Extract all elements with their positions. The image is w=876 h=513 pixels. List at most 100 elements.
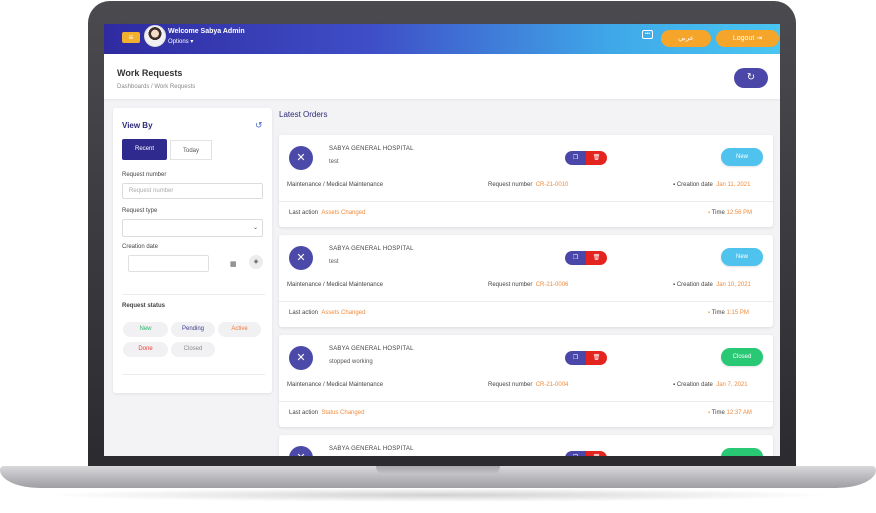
top-bar: ≡ Welcome Sabya Admin Options ▾ ••• عربي… — [104, 24, 780, 54]
time-label: Time — [711, 310, 725, 316]
laptop-shadow — [40, 488, 836, 502]
creation-date-input[interactable] — [128, 255, 209, 272]
refresh-icon: ↻ — [746, 72, 756, 83]
tab-today[interactable]: Today — [170, 140, 212, 160]
status-badge[interactable]: New — [721, 148, 763, 166]
card-divider — [279, 201, 773, 202]
status-chip-pending[interactable]: Pending — [171, 322, 215, 337]
order-category: Maintenance / Medical Maintenance — [287, 382, 384, 388]
clock-icon: ▪ — [708, 210, 711, 216]
delete-button[interactable]: 🗑 — [586, 351, 607, 365]
breadcrumb[interactable]: Dashboards / Work Requests — [117, 84, 195, 90]
reset-filter-icon[interactable]: ↺ — [255, 120, 263, 131]
order-card[interactable]: ✕ SABYA GENERAL HOSPITAL stopped working… — [279, 335, 773, 427]
copy-button[interactable]: ❐ — [565, 451, 586, 456]
calendar-icon[interactable]: ▦ — [230, 260, 237, 268]
last-action: Last action Assets Changed — [289, 310, 365, 316]
logout-label: Logout — [732, 35, 755, 42]
logout-button[interactable]: Logout ⇥ — [716, 30, 779, 47]
card-divider — [279, 401, 773, 402]
status-chip-active[interactable]: Active — [218, 322, 261, 337]
order-description: test — [329, 159, 339, 165]
status-badge[interactable]: Closed — [721, 348, 763, 366]
action-group: ❐ 🗑 — [565, 451, 607, 456]
tools-icon: ✕ — [289, 146, 313, 170]
creation-date-label: Creation date — [676, 182, 713, 188]
copy-button[interactable]: ❐ — [565, 351, 586, 365]
laptop-notch — [376, 466, 500, 475]
card-divider — [279, 301, 773, 302]
last-action-value: Status Changed — [321, 410, 365, 416]
page-title: Work Requests — [117, 68, 183, 78]
creation-date-value: Jan 7, 2021 — [716, 382, 748, 388]
request-number-value[interactable]: CR-21-0004 — [536, 382, 569, 388]
hospital-name: SABYA GENERAL HOSPITAL — [329, 246, 414, 252]
language-button[interactable]: عربي — [661, 30, 711, 47]
view-by-title: View By — [122, 121, 153, 130]
tools-icon: ✕ — [289, 346, 313, 370]
delete-button[interactable]: 🗑 — [586, 151, 607, 165]
delete-button[interactable]: 🗑 — [586, 451, 607, 456]
request-status-title: Request status — [122, 303, 166, 309]
last-action-label: Last action — [289, 310, 319, 316]
status-chip-done[interactable]: Done — [123, 342, 168, 357]
action-group: ❐ 🗑 — [565, 351, 607, 365]
divider — [122, 374, 265, 375]
order-card[interactable]: ✕ SABYA GENERAL HOSPITAL test ❐ 🗑 New Ma… — [279, 135, 773, 227]
last-action-value: Assets Changed — [321, 210, 366, 216]
order-card[interactable]: ✕ SABYA GENERAL HOSPITAL test ❐ 🗑 New Ma… — [279, 235, 773, 327]
status-badge[interactable] — [721, 448, 763, 456]
request-number: Request number CR-21-0004 — [488, 382, 568, 388]
time: ▪ Time 12:37 AM — [708, 410, 752, 416]
time-value: 12:56 PM — [726, 210, 753, 216]
hospital-name: SABYA GENERAL HOSPITAL — [329, 146, 414, 152]
status-badge[interactable]: New — [721, 248, 763, 266]
filter-panel: View By ↺ Recent Today Request number Re… — [113, 108, 272, 393]
order-category: Maintenance / Medical Maintenance — [287, 282, 384, 288]
delete-button[interactable]: 🗑 — [586, 251, 607, 265]
hamburger-menu-button[interactable]: ≡ — [122, 32, 140, 43]
order-card[interactable]: ✕ SABYA GENERAL HOSPITAL ❐ 🗑 — [279, 435, 773, 456]
hospital-name: SABYA GENERAL HOSPITAL — [329, 346, 414, 352]
time-label: Time — [711, 410, 725, 416]
action-group: ❐ 🗑 — [565, 251, 607, 265]
logout-icon: ⇥ — [756, 35, 763, 42]
request-number-value[interactable]: CR-21-0010 — [536, 182, 569, 188]
options-menu[interactable]: Options ▾ — [168, 38, 193, 45]
order-description: test — [329, 259, 339, 265]
tools-icon: ✕ — [289, 246, 313, 270]
status-chip-new[interactable]: New — [123, 322, 168, 337]
calendar-icon: ▪ — [673, 182, 676, 188]
avatar[interactable] — [144, 25, 166, 47]
clock-icon: ▪ — [708, 410, 711, 416]
creation-date-value: Jan 11, 2021 — [716, 182, 751, 188]
request-number-label: Request number — [488, 182, 533, 188]
status-chip-closed[interactable]: Closed — [171, 342, 215, 357]
clear-date-icon[interactable]: ◈ — [249, 255, 263, 269]
time-value: 1:15 PM — [726, 310, 749, 316]
copy-button[interactable]: ❐ — [565, 151, 586, 165]
creation-date-label: Creation date — [122, 244, 159, 250]
copy-button[interactable]: ❐ — [565, 251, 586, 265]
app-screen: ≡ Welcome Sabya Admin Options ▾ ••• عربي… — [104, 24, 780, 456]
time: ▪ Time 1:15 PM — [708, 310, 749, 316]
request-type-label: Request type — [122, 208, 158, 214]
chat-icon[interactable]: ••• — [642, 30, 653, 39]
creation-date-value: Jan 10, 2021 — [716, 282, 751, 288]
last-action-label: Last action — [289, 210, 319, 216]
refresh-button[interactable]: ↻ — [734, 68, 768, 88]
request-number-value[interactable]: CR-21-0006 — [536, 282, 569, 288]
request-number-label: Request number — [488, 382, 533, 388]
tab-recent[interactable]: Recent — [122, 139, 167, 160]
page-header: Work Requests Dashboards / Work Requests… — [104, 54, 780, 99]
hospital-name: SABYA GENERAL HOSPITAL — [329, 446, 414, 452]
request-number-input[interactable]: Request number — [122, 183, 263, 199]
order-description: stopped working — [329, 359, 373, 365]
divider — [122, 294, 265, 295]
request-type-select[interactable]: ⌄ — [122, 219, 263, 237]
creation-date-label: Creation date — [676, 282, 713, 288]
last-action-label: Last action — [289, 410, 319, 416]
creation-date: ▪ Creation date Jan 11, 2021 — [673, 182, 750, 188]
request-number-label: Request number — [122, 172, 167, 178]
clock-icon: ▪ — [708, 310, 711, 316]
